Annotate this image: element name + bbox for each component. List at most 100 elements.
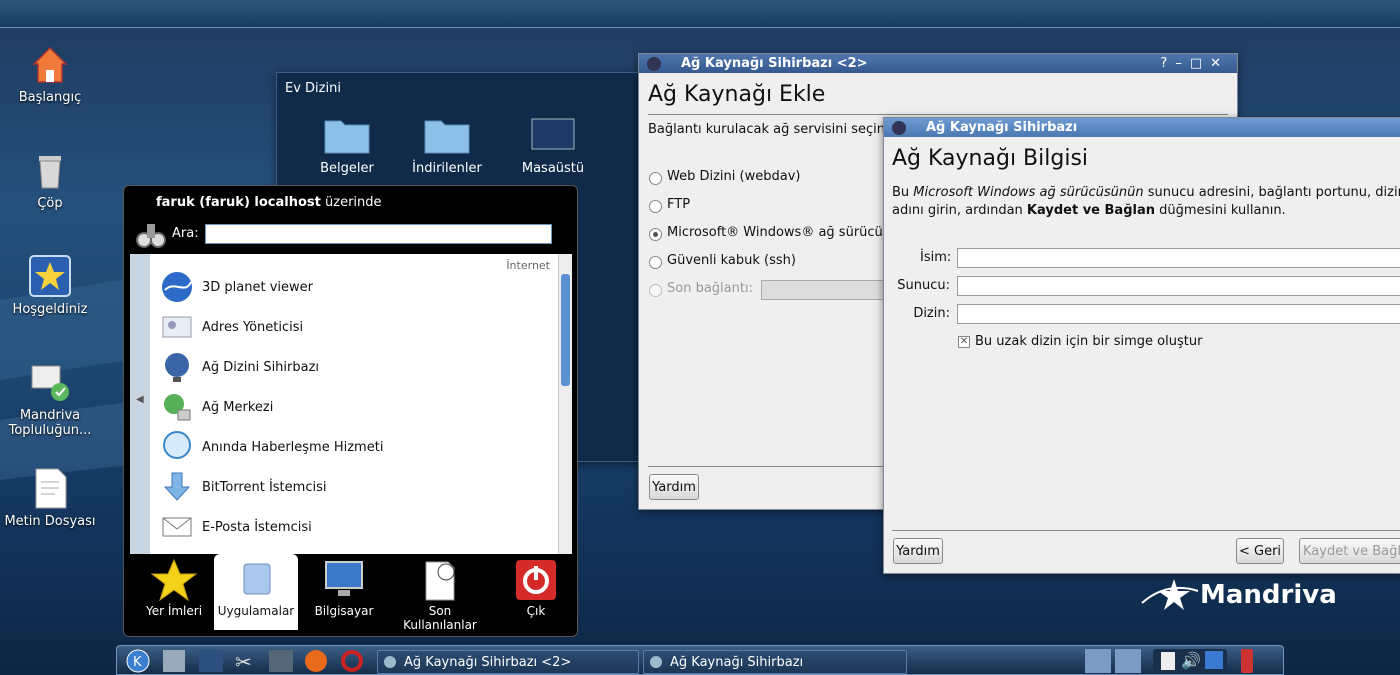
menu-user-header: faruk (faruk) localhost üzerinde (156, 195, 382, 210)
globe-icon (162, 272, 192, 302)
tab-bookmarks[interactable]: Yer İmleri (134, 554, 214, 630)
wizard-heading: Ağ Kaynağı Bilgisi (892, 146, 1089, 171)
name-input[interactable] (957, 248, 1400, 268)
pager-icon[interactable] (1085, 649, 1143, 673)
app-item[interactable]: E-Posta İstemcisi (160, 507, 550, 547)
terminal-icon[interactable] (269, 650, 293, 672)
desktop-icon-mandriva-community[interactable]: Mandriva Topluluğun... (0, 360, 100, 438)
trash-icon (39, 156, 61, 189)
radio-recent[interactable] (649, 284, 662, 297)
network-icon[interactable] (163, 650, 185, 672)
svg-text:K: K (133, 655, 142, 670)
radio-ftp[interactable] (649, 200, 662, 213)
radio-windows[interactable] (649, 228, 662, 241)
create-icon-checkbox[interactable]: ✕ (958, 336, 970, 348)
folder-masaustu[interactable]: Masaüstü (493, 113, 613, 176)
chat-icon (163, 431, 191, 459)
folder-label: Masaüstü (521, 161, 585, 176)
folder-icon (424, 120, 470, 154)
search-input[interactable] (205, 224, 552, 244)
tab-recent[interactable]: Son Kullanılanlar (390, 554, 490, 632)
radio-recent-label: Son bağlantı: (667, 281, 753, 296)
app-item[interactable]: Anında Haberleşme Hizmeti (160, 427, 550, 467)
window-controls-icon[interactable]: ?–□✕ (1160, 56, 1229, 71)
radio-windows-label: Microsoft® Windows® ağ sürücüs (667, 225, 890, 240)
radio-ftp-label: FTP (667, 197, 691, 212)
app-item[interactable]: BitTorrent İstemcisi (160, 467, 550, 507)
kde-launcher-icon[interactable]: K (125, 649, 151, 673)
app-item[interactable]: Ağ Merkezi (160, 387, 550, 427)
wizard-titlebar[interactable]: Ağ Kaynağı Sihirbazı (884, 118, 1400, 137)
chevron-left-icon[interactable]: ◀ (136, 394, 144, 405)
mandriva-logo: Mandriva (1140, 575, 1380, 615)
text-file-icon (35, 468, 67, 509)
radio-ssh[interactable] (649, 256, 662, 269)
name-label: İsim: (920, 250, 952, 265)
address-book-icon (162, 316, 192, 338)
app-item[interactable]: 3D planet viewer (160, 267, 550, 307)
tab-logout[interactable]: Çık (496, 554, 576, 630)
folder-icon (324, 120, 370, 154)
tab-applications[interactable]: Uygulamalar (214, 554, 298, 630)
wizard-2-help-button[interactable]: Yardım (649, 474, 699, 500)
desktop-icon-label: Çöp (37, 196, 63, 211)
recent-connection-select[interactable] (761, 280, 901, 300)
opera-icon[interactable] (341, 650, 363, 672)
network-status-icon[interactable] (1205, 651, 1223, 669)
radio-webdav-label: Web Dizini (webdav) (667, 169, 801, 184)
mandriva-community-icon (31, 365, 69, 401)
download-arrow-icon (163, 472, 191, 501)
app-item[interactable]: Adres Yöneticisi (160, 307, 550, 347)
radio-ssh-label: Güvenli kabuk (ssh) (667, 253, 796, 268)
top-panel (0, 0, 1400, 28)
clipboard-icon[interactable] (1161, 652, 1175, 670)
desktop-icon-trash[interactable]: Çöp (0, 148, 100, 211)
email-icon (162, 517, 192, 537)
desktop-icon-welcome[interactable]: Hoşgeldiniz (0, 254, 100, 317)
wizard-2-intro: Bağlantı kurulacak ağ servisini seçin v (648, 122, 897, 137)
desktop-icon-text-file[interactable]: Metin Dosyası (0, 466, 100, 529)
wizard-help-button[interactable]: Yardım (893, 538, 943, 564)
create-icon-checkbox-label: Bu uzak dizin için bir simge oluştur (975, 334, 1203, 349)
application-launcher[interactable]: faruk (faruk) localhost üzerinde Ara: ◀ … (123, 185, 578, 637)
save-connect-button[interactable]: Kaydet ve Bağla (1299, 538, 1400, 564)
globe-icon (650, 656, 662, 668)
radio-webdav[interactable] (649, 172, 662, 185)
desktop-folder-icon (531, 118, 575, 150)
volume-icon[interactable]: 🔊 (1181, 651, 1201, 670)
task-wizard[interactable]: Ağ Kaynağı Sihirbazı (643, 650, 907, 674)
wizard-2-title: Ağ Kaynağı Sihirbazı <2> (681, 56, 868, 71)
wizard-window[interactable]: Ağ Kaynağı Sihirbazı Ağ Kaynağı Bilgisi … (883, 117, 1400, 574)
firefox-icon[interactable] (305, 650, 327, 672)
star-icon (29, 255, 71, 297)
binoculars-icon (136, 224, 166, 248)
show-desktop-icon[interactable] (199, 650, 223, 672)
server-input[interactable] (957, 276, 1400, 296)
back-arrow-strip[interactable]: ◀ (130, 254, 150, 554)
file-manager-title: Ev Dizini (285, 81, 341, 96)
desktop-icon-label: Mandriva Topluluğun... (8, 408, 92, 438)
globe-icon (384, 656, 396, 668)
wizard-desc-line1: Bu Microsoft Windows ağ sürücüsünün sunu… (892, 185, 1400, 200)
task-wizard-2[interactable]: Ağ Kaynağı Sihirbazı <2> (377, 650, 639, 674)
app-list-panel: ◀ İnternet 3D planet viewer Adres Yöneti… (130, 254, 572, 554)
app-list-scrollbar[interactable] (558, 254, 572, 554)
network-globe-icon (165, 353, 189, 382)
tab-computer[interactable]: Bilgisayar (304, 554, 384, 630)
lock-logout-icon[interactable] (1241, 649, 1253, 673)
directory-input[interactable] (957, 304, 1400, 324)
back-button[interactable]: < Geri (1236, 538, 1284, 564)
network-center-icon (164, 394, 191, 421)
tools-icon[interactable]: ✂ (235, 650, 252, 674)
desktop-icon-label: Hoşgeldiniz (12, 302, 88, 317)
desktop-icon-label: Başlangıç (18, 90, 82, 105)
server-label: Sunucu: (897, 278, 950, 293)
star-logo-icon (1141, 579, 1199, 610)
wizard-desc-line2: adını girin, ardından Kaydet ve Bağlan d… (892, 203, 1286, 218)
scrollbar-thumb[interactable] (561, 274, 570, 386)
desktop-icon-home[interactable]: Başlangıç (0, 42, 100, 105)
app-item[interactable]: Ağ Dizini Sihirbazı (160, 347, 550, 387)
wizard-2-titlebar[interactable]: Ağ Kaynağı Sihirbazı <2> ?–□✕ (639, 54, 1237, 73)
applications-icon (243, 563, 271, 595)
folder-indirilenler[interactable]: İndirilenler (387, 113, 507, 176)
